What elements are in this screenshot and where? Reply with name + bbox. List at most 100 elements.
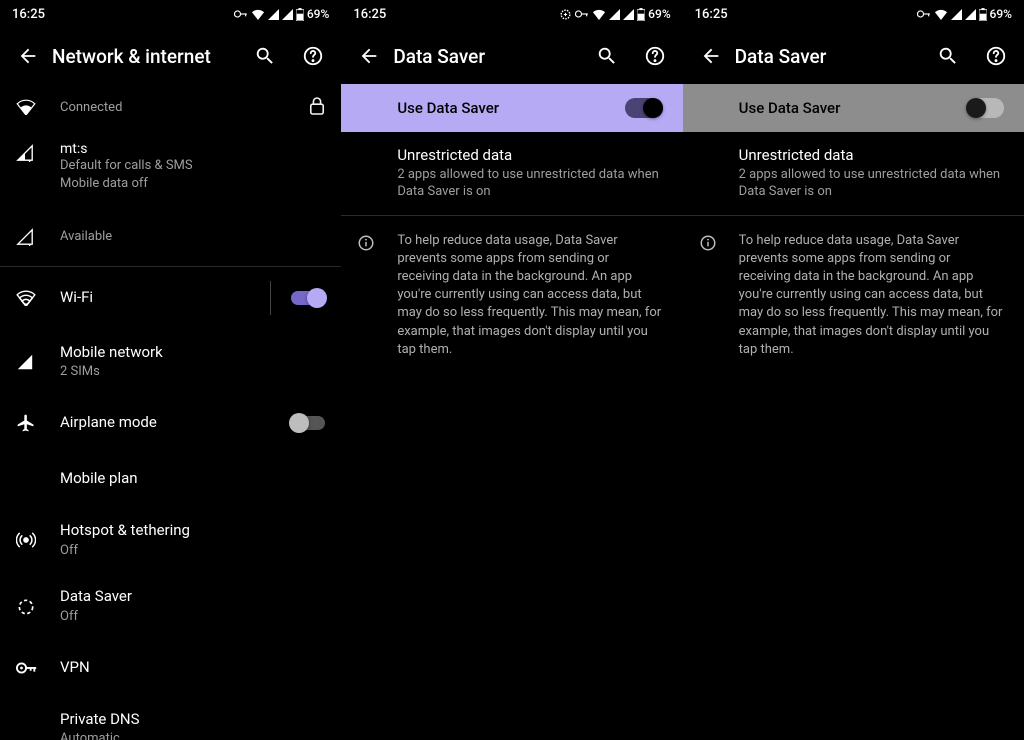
- signal-icon-1: [951, 9, 962, 20]
- help-button[interactable]: [972, 32, 1020, 80]
- wifi-toggle[interactable]: [291, 291, 325, 305]
- battery-icon: [637, 8, 645, 21]
- wifi-row[interactable]: Wi-Fi: [0, 267, 341, 329]
- data-saver-row[interactable]: Data Saver Off: [0, 573, 341, 639]
- wifi-icon: [934, 9, 948, 20]
- page-title: Data Saver: [735, 45, 924, 68]
- unrestricted-title: Unrestricted data: [397, 146, 662, 166]
- info-text: To help reduce data usage, Data Saver pr…: [739, 232, 1004, 359]
- signal-icon-1: [609, 9, 620, 20]
- app-bar: Data Saver: [683, 28, 1024, 84]
- use-data-saver-toggle[interactable]: [966, 98, 1004, 118]
- info-row: To help reduce data usage, Data Saver pr…: [341, 216, 682, 375]
- page-title: Data Saver: [393, 45, 582, 68]
- vpn-row[interactable]: VPN: [0, 640, 341, 696]
- info-text: To help reduce data usage, Data Saver pr…: [397, 232, 662, 359]
- unrestricted-sub: 2 apps allowed to use unrestricted data …: [397, 166, 662, 201]
- panel-network-internet: 16:25 69% Network & internet Connected ×…: [0, 0, 341, 740]
- sim1-name: mt:s: [60, 141, 325, 157]
- status-bar: 16:25 69%: [0, 0, 341, 28]
- panel-data-saver-on: 16:25 69% Data Saver Use Data Saver Unre…: [341, 0, 682, 740]
- unrestricted-data-row[interactable]: Unrestricted data 2 apps allowed to use …: [341, 132, 682, 215]
- battery-text: 69%: [648, 7, 670, 21]
- wifi-icon: [251, 9, 265, 20]
- airplane-toggle[interactable]: [291, 416, 325, 430]
- back-button[interactable]: [345, 32, 393, 80]
- mobile-network-label: Mobile network: [60, 343, 325, 363]
- signal-icon-2: [965, 9, 976, 20]
- vpn-key-icon: [16, 662, 38, 674]
- private-dns-sub: Automatic: [60, 731, 325, 740]
- unrestricted-sub: 2 apps allowed to use unrestricted data …: [739, 166, 1004, 201]
- airplane-label: Airplane mode: [60, 413, 283, 433]
- use-data-saver-row[interactable]: Use Data Saver: [341, 84, 682, 132]
- hotspot-sub: Off: [60, 543, 325, 560]
- signal-sim2-icon: ×: [16, 228, 34, 246]
- sim2-status: Available: [60, 229, 325, 246]
- mobile-plan-label: Mobile plan: [60, 469, 325, 489]
- back-button[interactable]: [4, 32, 52, 80]
- hotspot-row[interactable]: Hotspot & tethering Off: [0, 507, 341, 573]
- app-bar: Data Saver: [341, 28, 682, 84]
- wifi-label: Wi-Fi: [60, 288, 258, 308]
- app-bar: Network & internet: [0, 28, 341, 84]
- data-saver-label: Data Saver: [60, 587, 325, 607]
- battery-text: 69%: [307, 7, 329, 21]
- panel-data-saver-off: 16:25 69% Data Saver Use Data Saver Unre…: [683, 0, 1024, 740]
- lock-icon: [309, 96, 325, 116]
- back-button[interactable]: [687, 32, 735, 80]
- wifi-connected-row[interactable]: Connected: [0, 84, 341, 129]
- sim1-row[interactable]: × mt:s Default for calls & SMS Mobile da…: [0, 129, 341, 205]
- search-button[interactable]: [241, 32, 289, 80]
- signal-icon-2: [623, 9, 634, 20]
- wifi-icon: [16, 99, 36, 115]
- vpn-key-icon: [917, 10, 931, 18]
- private-dns-row[interactable]: Private DNS Automatic: [0, 696, 341, 740]
- unrestricted-data-row[interactable]: Unrestricted data 2 apps allowed to use …: [683, 132, 1024, 215]
- battery-icon: [979, 8, 987, 21]
- sim2-row[interactable]: × Available: [0, 205, 341, 266]
- use-data-saver-toggle[interactable]: [625, 98, 663, 118]
- status-time: 16:25: [12, 7, 45, 22]
- sim1-sub1: Default for calls & SMS: [60, 158, 325, 175]
- mobile-plan-row[interactable]: Mobile plan: [0, 451, 341, 507]
- use-data-saver-label: Use Data Saver: [397, 99, 624, 117]
- use-data-saver-row[interactable]: Use Data Saver: [683, 84, 1024, 132]
- wifi-icon: [16, 290, 36, 306]
- sim1-sub2: Mobile data off: [60, 176, 325, 193]
- search-button[interactable]: [924, 32, 972, 80]
- settings-list: Connected × mt:s Default for calls & SMS…: [0, 84, 341, 740]
- wifi-icon: [592, 9, 606, 20]
- hotspot-icon: [16, 530, 36, 550]
- vpn-label: VPN: [60, 658, 325, 678]
- unrestricted-title: Unrestricted data: [739, 146, 1004, 166]
- mobile-network-sub: 2 SIMs: [60, 364, 325, 381]
- search-button[interactable]: [583, 32, 631, 80]
- wifi-connected-status: Connected: [60, 100, 303, 117]
- info-icon: [357, 234, 375, 359]
- help-button[interactable]: [631, 32, 679, 80]
- vpn-key-icon: [575, 10, 589, 18]
- status-icons: 69%: [917, 7, 1012, 21]
- signal-icon-1: [268, 9, 279, 20]
- data-saver-status-icon: [559, 8, 572, 21]
- svg-text:×: ×: [28, 157, 32, 162]
- airplane-icon: [16, 413, 36, 433]
- status-bar: 16:25 69%: [683, 0, 1024, 28]
- airplane-mode-row[interactable]: Airplane mode: [0, 395, 341, 451]
- use-data-saver-label: Use Data Saver: [739, 99, 966, 117]
- svg-text:×: ×: [28, 240, 32, 245]
- help-button[interactable]: [289, 32, 337, 80]
- status-bar: 16:25 69%: [341, 0, 682, 28]
- signal-icon: [16, 353, 34, 371]
- info-icon: [699, 234, 717, 359]
- data-saver-icon: [16, 597, 36, 617]
- status-time: 16:25: [695, 7, 728, 22]
- status-time: 16:25: [353, 7, 386, 22]
- status-icons: 69%: [559, 7, 670, 21]
- signal-sim1-icon: ×: [16, 144, 34, 162]
- vpn-key-icon: [234, 10, 248, 18]
- mobile-network-row[interactable]: Mobile network 2 SIMs: [0, 329, 341, 395]
- private-dns-label: Private DNS: [60, 710, 325, 730]
- divider: [270, 281, 271, 315]
